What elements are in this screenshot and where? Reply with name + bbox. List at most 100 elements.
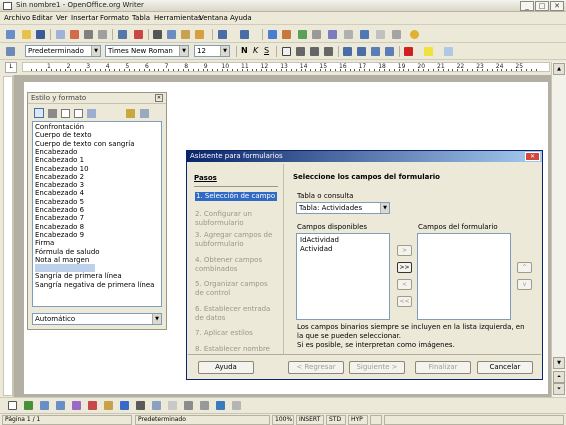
move-up-button[interactable]: ^ <box>517 262 532 273</box>
hyperlink-mode-indicator[interactable]: HYP <box>348 415 368 425</box>
cancel-button[interactable]: Cancelar <box>477 361 533 374</box>
show-draw-icon[interactable] <box>298 30 307 39</box>
numbering-icon[interactable] <box>343 47 352 56</box>
fontwork-icon[interactable] <box>120 401 129 410</box>
spellcheck-icon[interactable] <box>118 30 127 39</box>
style-list-item[interactable]: Encabezado 1 <box>35 156 84 164</box>
redo-icon[interactable] <box>240 30 249 39</box>
style-list-item[interactable]: Nota al margen <box>35 256 89 264</box>
available-field-item[interactable]: Actividad <box>300 245 332 253</box>
wizard-step[interactable]: 1. Selección de campo <box>195 192 277 201</box>
insert-mode-indicator[interactable]: INSERT <box>296 415 324 425</box>
print-icon[interactable] <box>84 30 93 39</box>
menu-editar[interactable]: Editar <box>32 14 53 22</box>
vertical-ruler[interactable] <box>3 76 13 396</box>
wizard-step[interactable]: 4. Obtener campos combinados <box>195 256 273 274</box>
style-list-item[interactable]: Sangría de primera línea <box>35 272 122 280</box>
style-list-item[interactable]: Cuerpo de texto con sangría <box>35 140 134 148</box>
close-button[interactable]: ✕ <box>550 1 564 11</box>
pdf-icon[interactable] <box>70 30 79 39</box>
autocheck-icon[interactable] <box>134 30 143 39</box>
style-list-item[interactable]: Encabezado 5 <box>35 198 84 206</box>
maximize-button[interactable]: □ <box>535 1 549 11</box>
table-select[interactable]: Tabla: Actividades ▼ <box>296 202 390 214</box>
menu-herramientas[interactable]: Herramientas <box>154 14 202 22</box>
styles-window-icon[interactable] <box>6 47 15 56</box>
bullets-icon[interactable] <box>357 47 366 56</box>
style-list-item[interactable]: Cuerpo de texto <box>35 131 92 139</box>
align-center-icon[interactable] <box>296 47 305 56</box>
next-page-icon[interactable]: ⏷ <box>553 383 565 395</box>
underline-icon[interactable]: S <box>264 46 269 55</box>
highlight-icon[interactable] <box>424 47 433 56</box>
horizontal-ruler[interactable]: 1 2 3 4 5 6 7 8 9 10 11 12 13 14 15 16 17 18 19 20 21 22 23 24 2… <box>22 62 550 72</box>
open-icon[interactable] <box>22 30 31 39</box>
bold-icon[interactable]: N <box>241 46 248 55</box>
menu-insertar[interactable]: Insertar <box>71 14 98 22</box>
rectangle-icon[interactable] <box>40 401 49 410</box>
nonprinting-chars-icon[interactable] <box>360 30 369 39</box>
style-list-item[interactable]: Predeterminado <box>35 264 95 273</box>
style-list-item[interactable]: Encabezado 10 <box>35 165 89 173</box>
paste-icon[interactable] <box>181 30 190 39</box>
back-button[interactable]: < Regresar <box>288 361 344 374</box>
font-color-icon[interactable] <box>404 47 413 56</box>
page-indicator[interactable]: Página 1 / 1 <box>2 415 132 425</box>
text-icon[interactable] <box>88 401 97 410</box>
list-styles-icon[interactable] <box>87 109 96 118</box>
paragraph-styles-icon[interactable] <box>34 108 44 118</box>
menu-ayuda[interactable]: Ayuda <box>230 14 252 22</box>
style-list-item[interactable]: Firma <box>35 239 54 247</box>
increase-indent-icon[interactable] <box>385 47 394 56</box>
wizard-step[interactable]: 5. Organizar campos de control <box>195 280 273 298</box>
menu-tabla[interactable]: Tabla <box>132 14 150 22</box>
menu-formato[interactable]: Formato <box>100 14 129 22</box>
cut-icon[interactable] <box>153 30 162 39</box>
line-icon[interactable] <box>24 401 33 410</box>
page-styles-icon[interactable] <box>74 109 83 118</box>
style-list-item[interactable]: Sangría negativa de primera línea <box>35 281 154 289</box>
fill-format-icon[interactable] <box>126 109 135 118</box>
page-style-indicator[interactable]: Predeterminado <box>135 415 270 425</box>
minimize-button[interactable]: _ <box>520 1 534 11</box>
style-list-item[interactable]: Encabezado 3 <box>35 181 84 189</box>
style-list-item[interactable]: Encabezado 4 <box>35 189 84 197</box>
move-down-button[interactable]: v <box>517 279 532 290</box>
menu-archivo[interactable]: Archivo <box>4 14 30 22</box>
menu-ventana[interactable]: Ventana <box>199 14 228 22</box>
format-paint-icon[interactable] <box>195 30 204 39</box>
table-icon[interactable] <box>282 30 291 39</box>
help-icon[interactable] <box>410 30 419 39</box>
form-design-icon[interactable] <box>232 401 241 410</box>
style-list-item[interactable]: Encabezado 2 <box>35 173 84 181</box>
available-fields-list[interactable]: IdActividad Actividad <box>296 233 390 320</box>
align-left-icon[interactable] <box>282 47 291 56</box>
anchor-icon[interactable] <box>136 401 145 410</box>
vertical-scrollbar[interactable]: ▲ ▼ ⏶ ⏷ <box>551 62 566 397</box>
align-right-icon[interactable] <box>310 47 319 56</box>
select-icon[interactable] <box>8 401 17 410</box>
datasource-icon[interactable] <box>344 30 353 39</box>
character-styles-icon[interactable] <box>48 109 57 118</box>
new-style-icon[interactable] <box>140 109 149 118</box>
selection-mode-indicator[interactable]: STD <box>326 415 346 425</box>
edit-file-icon[interactable] <box>56 30 65 39</box>
wizard-step[interactable]: 8. Establecer nombre <box>195 345 273 354</box>
justify-icon[interactable] <box>324 47 333 56</box>
background-color-icon[interactable] <box>444 47 453 56</box>
tab-stop-icon[interactable]: L <box>5 62 17 73</box>
prev-page-icon[interactable]: ⏶ <box>553 371 565 383</box>
gallery-icon[interactable] <box>328 30 337 39</box>
next-button[interactable]: Siguiente > <box>349 361 405 374</box>
style-filter-select[interactable]: Automático ▼ <box>32 313 162 325</box>
navigator-icon[interactable] <box>312 30 321 39</box>
freeform-icon[interactable] <box>72 401 81 410</box>
form-fields-list[interactable] <box>417 233 511 320</box>
columns-icon[interactable] <box>392 30 401 39</box>
ellipse-icon[interactable] <box>56 401 65 410</box>
move-selected-button[interactable]: > <box>397 245 412 256</box>
close-icon[interactable]: ✕ <box>155 94 163 102</box>
scroll-down-icon[interactable]: ▼ <box>553 357 565 369</box>
align-objects-icon[interactable] <box>184 401 193 410</box>
font-name-select[interactable]: Times New Roman ▼ <box>105 45 189 57</box>
